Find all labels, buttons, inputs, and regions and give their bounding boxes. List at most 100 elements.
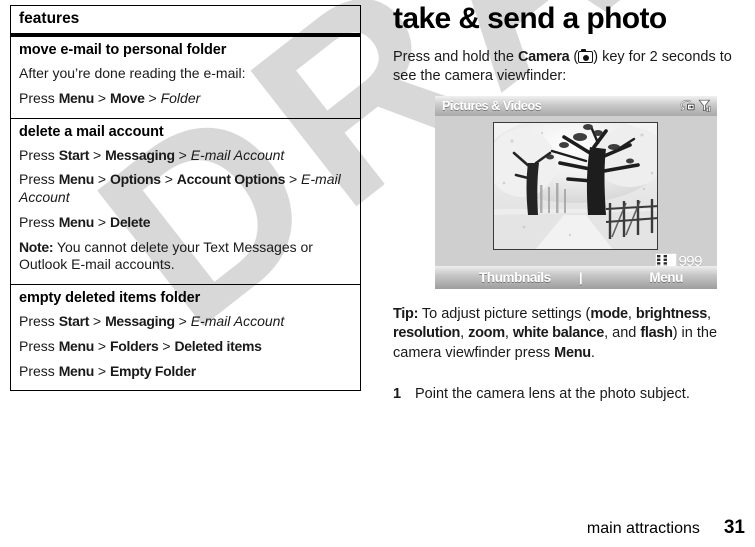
features-line-part: Deleted items [174,337,262,354]
features-line-part: Menu [58,213,95,230]
camera-icon [578,49,594,63]
features-line-part: > [89,146,106,163]
features-section-line: Press Start > Messaging > E-mail Account [19,147,352,165]
features-section-title: delete a mail account [19,123,164,140]
features-line-part: Press [19,213,59,230]
features-line-part: Messaging [105,313,175,330]
features-line-part: Start [58,146,90,163]
intro-text-between: ( [569,49,579,65]
features-line-part: > [158,337,175,354]
features-line-part: Press [19,89,59,106]
tip-sep-1: , [627,306,636,323]
features-line-part: > [160,171,177,188]
camera-viewfinder-image [493,122,658,251]
features-line-part: > [174,313,191,330]
page-footer: main attractions 31 [0,517,755,543]
features-line-part: Options [110,171,161,188]
step-text: Point the camera lens at the photo subje… [415,385,690,402]
features-section-line: Press Menu > Delete [19,214,352,232]
features-section: delete a mail account Press Start > Messa… [11,117,360,285]
features-line-part: Press [19,146,59,163]
tip-setting-resolution: resolution [393,325,461,342]
features-line-part: > [89,313,106,330]
features-section-line: Press Menu > Move > Folder [19,90,352,108]
features-line-part: Press [19,337,59,354]
signal-icon [698,99,711,112]
tip-sep-3: , [460,325,469,342]
tip-setting-mode: mode [590,306,628,323]
sync-icon [680,100,695,111]
features-section: empty deleted items folder Press Start > … [11,284,360,390]
features-line-part: Folders [110,337,159,354]
page-title: take & send a photo [393,2,667,35]
phone-screenshot: Pictures & Videos 999 Thumbnails | Menu [435,96,717,290]
features-line-part: You cannot delete your Text Messages or … [19,238,313,273]
features-table: features move e-mail to personal folder A… [10,5,361,392]
step-number: 1 [393,385,402,402]
tip-menu-key: Menu [554,344,591,361]
phone-status-icons [679,99,712,114]
tip-text-1: To adjust picture settings ( [418,306,591,323]
features-line-part: E-mail Account [190,313,285,330]
tip-text-3: . [590,344,595,361]
intro-text-before: Press and hold the [393,49,518,65]
features-line-part: Messaging [105,146,175,163]
features-section-line: Press Start > Messaging > E-mail Account [19,313,352,331]
tip-setting-brightness: brightness [635,306,708,323]
features-line-part: > [94,171,111,188]
features-section: move e-mail to personal folder After you’… [11,37,360,118]
tip-setting-zoom: zoom [468,325,505,342]
features-line-part: Menu [58,89,95,106]
features-line-part: > [94,213,111,230]
features-line-part: > [94,89,111,106]
features-section-line: Press Menu > Options > Account Options >… [19,171,352,207]
right-column: take & send a photo Press and hold the C… [393,0,741,404]
manual-page: DRAFT features move e-mail to personal f… [0,0,755,547]
steps-list: 1 Point the camera lens at the photo subj… [393,385,741,404]
features-line-part: Start [58,313,90,330]
features-line-part: > [94,362,111,379]
phone-title-bar: Pictures & Videos [435,96,717,117]
features-line-part: Account Options [176,171,286,188]
features-section-line: Note: You cannot delete your Text Messag… [19,239,352,275]
tip-sep-5: , and [604,325,641,342]
features-line-part: Folder [160,89,201,106]
viewfinder-photo [494,123,657,250]
softkey-center-indicator[interactable]: | [579,270,583,285]
tip-paragraph: Tip: To adjust picture settings (mode, b… [393,305,741,362]
features-line-part: Menu [58,337,95,354]
footer-page-number: 31 [723,517,745,538]
softkey-thumbnails[interactable]: Thumbnails [479,270,551,285]
phone-screen-body: 999 [435,116,717,271]
step-item: 1 Point the camera lens at the photo subj… [393,385,741,404]
features-section-line: Press Menu > Empty Folder [19,363,352,381]
features-line-part: Press [19,313,59,330]
intro-camera-label: Camera [517,49,570,65]
features-line-part: E-mail Account [190,146,285,163]
features-section-line: After you’re done reading the e-mail: [19,65,352,83]
phone-title-label: Pictures & Videos [442,99,542,114]
tip-setting-white-balance: white balance [512,325,605,342]
features-table-header: features [11,6,360,37]
features-table-header-label: features [19,10,80,27]
features-line-part: > [144,89,161,106]
features-section-line: Press Menu > Folders > Deleted items [19,338,352,356]
footer-chapter-label: main attractions [586,520,700,537]
softkey-menu[interactable]: Menu [649,270,683,285]
tip-sep-2: , [707,306,712,323]
features-line-part: After you’re done reading the e-mail: [19,65,246,81]
tip-label: Tip: [393,306,419,323]
features-section-title: empty deleted items folder [19,290,201,307]
phone-softkey-bar: Thumbnails | Menu [435,266,717,290]
features-line-part: > [285,171,302,188]
intro-paragraph: Press and hold the Camera () key for 2 s… [393,48,741,86]
features-line-part: Note: [19,238,54,255]
features-line-part: Menu [58,171,95,188]
features-section-title: move e-mail to personal folder [19,42,227,58]
features-line-part: > [174,146,191,163]
tip-sep-4: , [504,325,513,342]
features-line-part: Press [19,362,59,379]
features-line-part: > [94,337,111,354]
tip-setting-flash: flash [640,325,673,342]
features-line-part: Menu [58,362,95,379]
